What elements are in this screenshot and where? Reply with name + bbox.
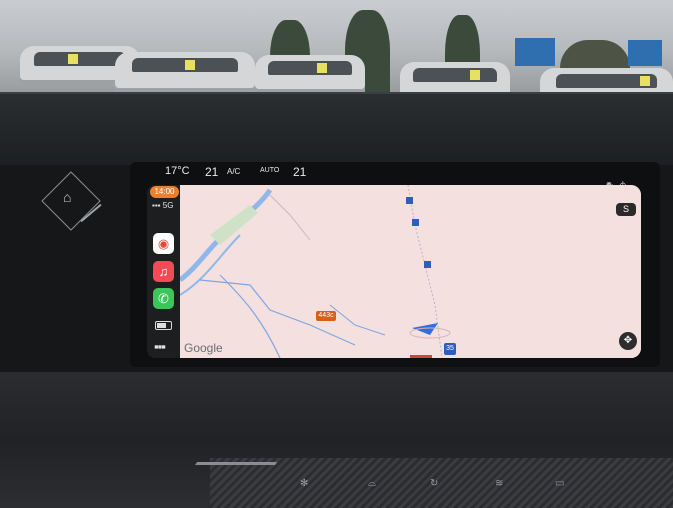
- dashboard-scene: ✻ ⌓ ↻ ≋ ▭ ⌂ 17°C 21 A/C AUTO 21 ⛍ ⌖ 14:0…: [0, 0, 673, 508]
- outside-temperature: 17°C: [165, 165, 190, 177]
- map-view[interactable]: 443c 35: [180, 185, 641, 358]
- maps-app-button[interactable]: ◉: [153, 233, 174, 254]
- recirculation-icon[interactable]: ↻: [430, 478, 438, 489]
- ac-label[interactable]: A/C: [227, 167, 240, 176]
- mode-badge[interactable]: S: [616, 203, 636, 216]
- app-grid-button[interactable]: ▪▪▪: [154, 340, 174, 354]
- road-label: 35: [444, 343, 456, 355]
- dealer-sign: [515, 38, 555, 66]
- music-app-button[interactable]: ♫: [153, 261, 174, 282]
- network-type: 5G: [162, 201, 174, 210]
- fan-speed-right[interactable]: 21: [293, 165, 306, 179]
- road-label: 443c: [316, 311, 336, 321]
- dealer-sign: [628, 40, 662, 66]
- phone-icon: ✆: [158, 291, 169, 306]
- parked-car: [255, 55, 365, 95]
- fan-speed-left[interactable]: 21: [205, 165, 218, 179]
- defrost-front-icon[interactable]: ⌓: [368, 478, 376, 489]
- grid-icon: ▪▪▪: [154, 339, 166, 354]
- maps-icon: ◉: [157, 236, 170, 251]
- phone-app-button[interactable]: ✆: [153, 288, 174, 309]
- map-canvas: [180, 185, 641, 358]
- rear-defrost-icon[interactable]: ▭: [555, 478, 564, 489]
- clock: 14:00: [150, 186, 179, 198]
- recenter-button[interactable]: ✥: [619, 332, 637, 350]
- parked-car: [115, 52, 255, 94]
- cellular-status: ▪▪▪ 5G: [152, 201, 173, 210]
- battery-icon: [155, 321, 172, 330]
- auto-label[interactable]: AUTO: [260, 167, 279, 174]
- max-defrost-icon[interactable]: ≋: [495, 478, 503, 489]
- compass-icon: ✥: [623, 335, 633, 346]
- home-icon: ⌂: [63, 189, 72, 205]
- fan-icon[interactable]: ✻: [300, 478, 308, 489]
- google-attribution: Google: [184, 341, 223, 355]
- music-icon: ♫: [158, 264, 169, 279]
- signal-bars-icon: ▪▪▪: [152, 201, 161, 210]
- climate-control-strip: [210, 458, 673, 508]
